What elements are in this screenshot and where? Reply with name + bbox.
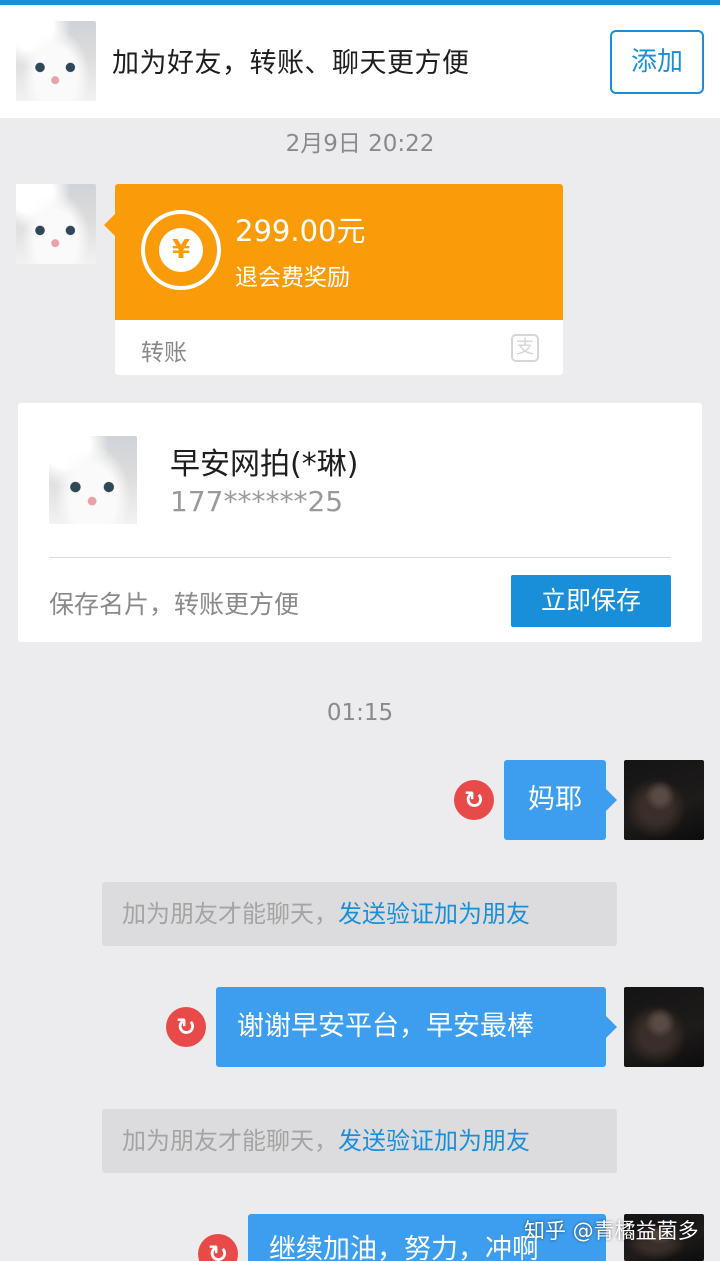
divider	[49, 557, 671, 558]
message-bubble[interactable]: 妈耶	[504, 760, 617, 840]
transfer-card[interactable]: ¥ 299.00元 退会费奖励 转账 支	[104, 184, 563, 375]
resend-icon[interactable]: ↻	[166, 1007, 206, 1047]
message-timestamp: 2月9日 20:22	[285, 131, 435, 157]
notice-text: 加为朋友才能聊天，	[122, 900, 338, 928]
transfer-header: ¥ 299.00元 退会费奖励	[115, 184, 563, 320]
banner-title: 加为好友，转账、聊天更方便	[112, 48, 470, 79]
bubble-tail	[104, 214, 115, 236]
contact-card: 早安网拍(*琳) 177******25 保存名片，转账更方便 立即保存	[18, 403, 702, 642]
add-friend-button[interactable]: 添加	[610, 30, 704, 94]
contact-phone: 177******25	[170, 485, 344, 518]
transfer-footer: 转账 支	[115, 320, 563, 375]
save-card-hint: 保存名片，转账更方便	[49, 590, 300, 619]
resend-icon[interactable]: ↻	[454, 780, 494, 820]
coin-icon: ¥	[141, 210, 221, 290]
add-friend-banner: 加为好友，转账、聊天更方便 添加	[0, 5, 720, 118]
resend-icon[interactable]: ↻	[198, 1234, 238, 1261]
friend-required-notice: 加为朋友才能聊天，发送验证加为朋友	[102, 882, 617, 946]
alipay-icon: 支	[511, 334, 539, 362]
user-avatar[interactable]	[624, 760, 704, 840]
sender-avatar[interactable]	[16, 184, 96, 264]
transfer-amount: 299.00元	[235, 214, 366, 248]
user-avatar[interactable]	[624, 987, 704, 1067]
send-verification-link[interactable]: 发送验证加为朋友	[338, 1127, 530, 1155]
save-card-button[interactable]: 立即保存	[511, 575, 671, 627]
message-timestamp: 01:15	[326, 700, 394, 726]
watermark: 知乎 @青橘益菌多	[524, 1219, 699, 1243]
friend-required-notice: 加为朋友才能聊天，发送验证加为朋友	[102, 1109, 617, 1173]
send-verification-link[interactable]: 发送验证加为朋友	[338, 900, 530, 928]
message-bubble[interactable]: 谢谢早安平台，早安最棒	[216, 987, 617, 1067]
yuan-symbol: ¥	[159, 228, 203, 272]
contact-avatar[interactable]	[16, 21, 96, 101]
card-avatar	[49, 436, 137, 524]
notice-text: 加为朋友才能聊天，	[122, 1127, 338, 1155]
contact-name: 早安网拍(*琳)	[170, 447, 359, 482]
transfer-note: 退会费奖励	[235, 265, 350, 291]
transfer-type-label: 转账	[141, 340, 187, 366]
